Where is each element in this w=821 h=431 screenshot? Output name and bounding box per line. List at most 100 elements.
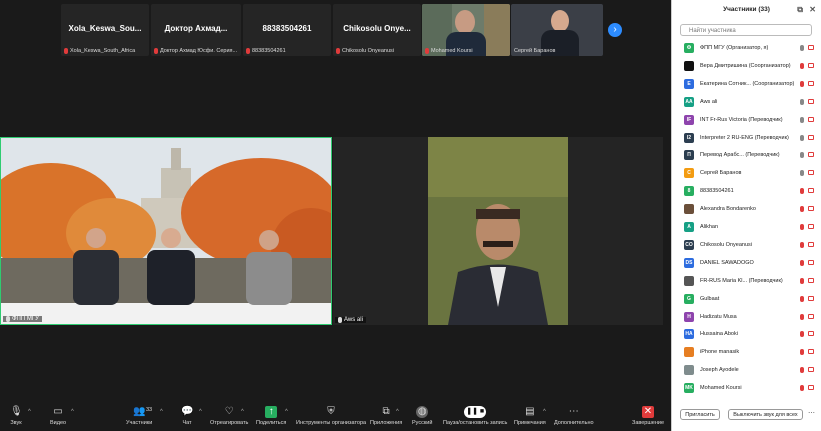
strip-tile[interactable]: Xola_Keswa_Sou... Xola_Keswa_South_Afric… [61, 4, 149, 56]
camera-off-icon [808, 206, 814, 212]
panel-title: Участники (33) [723, 6, 770, 13]
caret-up-icon[interactable]: ^ [199, 409, 202, 415]
mic-icon [800, 98, 804, 105]
caret-up-icon[interactable]: ^ [543, 409, 546, 415]
avatar: AA [684, 96, 694, 107]
participant-name: Hussaina Aboki [700, 331, 738, 338]
participant-row[interactable]: П Перевод Арабс... (Переводчик) [672, 146, 821, 164]
camera-icon: ▭ [53, 406, 63, 417]
caret-up-icon[interactable]: ^ [71, 409, 74, 415]
avatar: С [684, 168, 694, 179]
participant-row[interactable]: Alexandra Bondarenko [672, 200, 821, 218]
strip-tile[interactable]: Chikosolu Onye... Chikosolu Onyeanusi [333, 4, 421, 56]
caret-up-icon[interactable]: ^ [285, 409, 288, 415]
participant-row[interactable]: AA Aws ali [672, 93, 821, 111]
chevron-right-icon[interactable]: › [608, 23, 622, 37]
participant-row[interactable]: H Hadizatu Musa [672, 308, 821, 326]
strip-tile[interactable]: 88383504261 88383504261 [243, 4, 331, 56]
avatar: HA [684, 329, 694, 340]
tile-name-large: Доктор Ахмад... [164, 24, 228, 33]
participant-row[interactable]: Ф ФПП МГУ (Организатор, я) [672, 39, 821, 57]
recording-button[interactable]: ❚❚ ■ Пауза/остановить запись [443, 406, 507, 426]
tile-name-large: Chikosolu Onye... [343, 24, 411, 33]
camera-off-icon [808, 80, 814, 86]
caret-up-icon[interactable]: ^ [160, 409, 163, 415]
avatar: IF [684, 114, 694, 125]
participant-row[interactable]: iPhone manasik [672, 343, 821, 361]
heart-icon: ♡ [224, 406, 234, 417]
avatar [684, 365, 694, 376]
strip-tile-video[interactable]: Сергей Баранов [511, 4, 603, 56]
strip-tile-video[interactable]: Mohamed Koursi [422, 4, 510, 56]
end-button[interactable]: ✕ Завершение [632, 406, 664, 426]
camera-off-icon [808, 152, 814, 158]
host-tools-button[interactable]: ⛨ Инструменты организатора [296, 406, 366, 426]
camera-off-icon [808, 349, 814, 355]
language-button[interactable]: ◍ Русский [412, 406, 432, 426]
notes-button[interactable]: ▤ Примечания [514, 406, 546, 426]
chat-icon: 💬 [181, 406, 194, 417]
audio-button[interactable]: 🎙 Звук [10, 406, 23, 426]
popout-icon[interactable]: ⧉ [797, 0, 803, 20]
video-frame [428, 137, 568, 325]
more-options-icon[interactable]: ⋯ [808, 409, 815, 417]
participant-row[interactable]: Е Екатерина Сотник... (Соорганизатор) [672, 75, 821, 93]
muted-mic-icon [64, 48, 68, 54]
video-tile[interactable]: Aws ali [333, 137, 663, 325]
strip-tile[interactable]: Доктор Ахмад... Доктор Ахмад Юсфи. Серия… [151, 4, 241, 56]
video-tile-active-speaker[interactable]: ФПП МГУ [0, 137, 332, 325]
participant-row[interactable]: HA Hussaina Aboki [672, 325, 821, 343]
participant-row[interactable]: IF INT Fr-Rus Victoria (Переводчик) [672, 111, 821, 129]
video-scene [1, 138, 331, 324]
participant-name: FR-RUS Maria Kl... (Переводчик) [700, 277, 783, 284]
meeting-toolbar: 🎙 Звук ^ ▭ Видео ^ 👥 Участники 33 ^ 💬 Чат ^ … [0, 403, 671, 431]
muted-mic-icon [154, 48, 158, 54]
participant-name: Interpreter 2 RU-ENG (Переводчик) [700, 134, 789, 141]
more-button[interactable]: ⋯ Дополнительно [554, 406, 594, 426]
avatar: DS [684, 257, 694, 268]
video-button[interactable]: ▭ Видео [50, 406, 66, 426]
participant-row[interactable]: CO Chikosolu Onyeanusi [672, 236, 821, 254]
share-icon: ↑ [265, 406, 278, 418]
muted-mic-icon [800, 295, 804, 302]
share-button[interactable]: ↑ Поделиться [256, 406, 286, 426]
camera-off-icon [808, 188, 814, 194]
tile-label: 88383504261 [252, 48, 286, 54]
participant-name: Alikhan [700, 224, 719, 230]
panel-header: Участники (33) ⧉ ✕ [672, 0, 821, 20]
caret-up-icon[interactable]: ^ [28, 409, 31, 415]
avatar: CO [684, 239, 694, 250]
apps-icon: ⧉ [382, 406, 390, 417]
avatar: Е [684, 78, 694, 89]
caret-up-icon[interactable]: ^ [396, 409, 399, 415]
avatar: A [684, 222, 694, 232]
participant-name: 88383504261 [700, 188, 734, 195]
avatar [684, 275, 694, 286]
muted-mic-icon [800, 367, 804, 374]
participant-row[interactable]: Joseph Ayodele [672, 361, 821, 379]
search-input[interactable]: Найти участника [680, 24, 812, 36]
participant-row[interactable]: FR-RUS Maria Kl... (Переводчик) [672, 272, 821, 290]
participant-name: Chikosolu Onyeanusi [700, 241, 752, 248]
avatar [684, 347, 694, 358]
participant-name: ФПП МГУ (Организатор, я) [700, 45, 769, 51]
participant-row[interactable]: 8 88383504261 [672, 182, 821, 200]
invite-button[interactable]: Пригласить [680, 409, 720, 420]
mute-all-button[interactable]: Выключить звук для всех [728, 409, 803, 420]
participant-row[interactable]: I2 Interpreter 2 RU-ENG (Переводчик) [672, 129, 821, 147]
close-icon[interactable]: ✕ [809, 0, 816, 20]
participants-panel: Участники (33) ⧉ ✕ Найти участника Ф ФПП … [671, 0, 821, 431]
camera-off-icon [808, 313, 814, 319]
chat-button[interactable]: 💬 Чат [181, 406, 193, 426]
muted-mic-icon [800, 313, 804, 320]
participant-row[interactable]: G Gulbaat [672, 290, 821, 308]
participant-row[interactable]: DS DANIEL SAWADOGO [672, 254, 821, 272]
participant-row[interactable]: A Alikhan [672, 218, 821, 236]
participant-row[interactable]: MK Mohamed Koursi [672, 379, 821, 397]
participant-row[interactable]: С Сергей Баранов [672, 164, 821, 182]
muted-mic-icon [800, 80, 804, 87]
caret-up-icon[interactable]: ^ [241, 409, 244, 415]
pause-icon: ❚❚ ■ [464, 406, 487, 418]
participant-row[interactable]: Вера Дмитришина (Соорганизатор) [672, 57, 821, 75]
video-label: Aws ali [344, 317, 363, 323]
